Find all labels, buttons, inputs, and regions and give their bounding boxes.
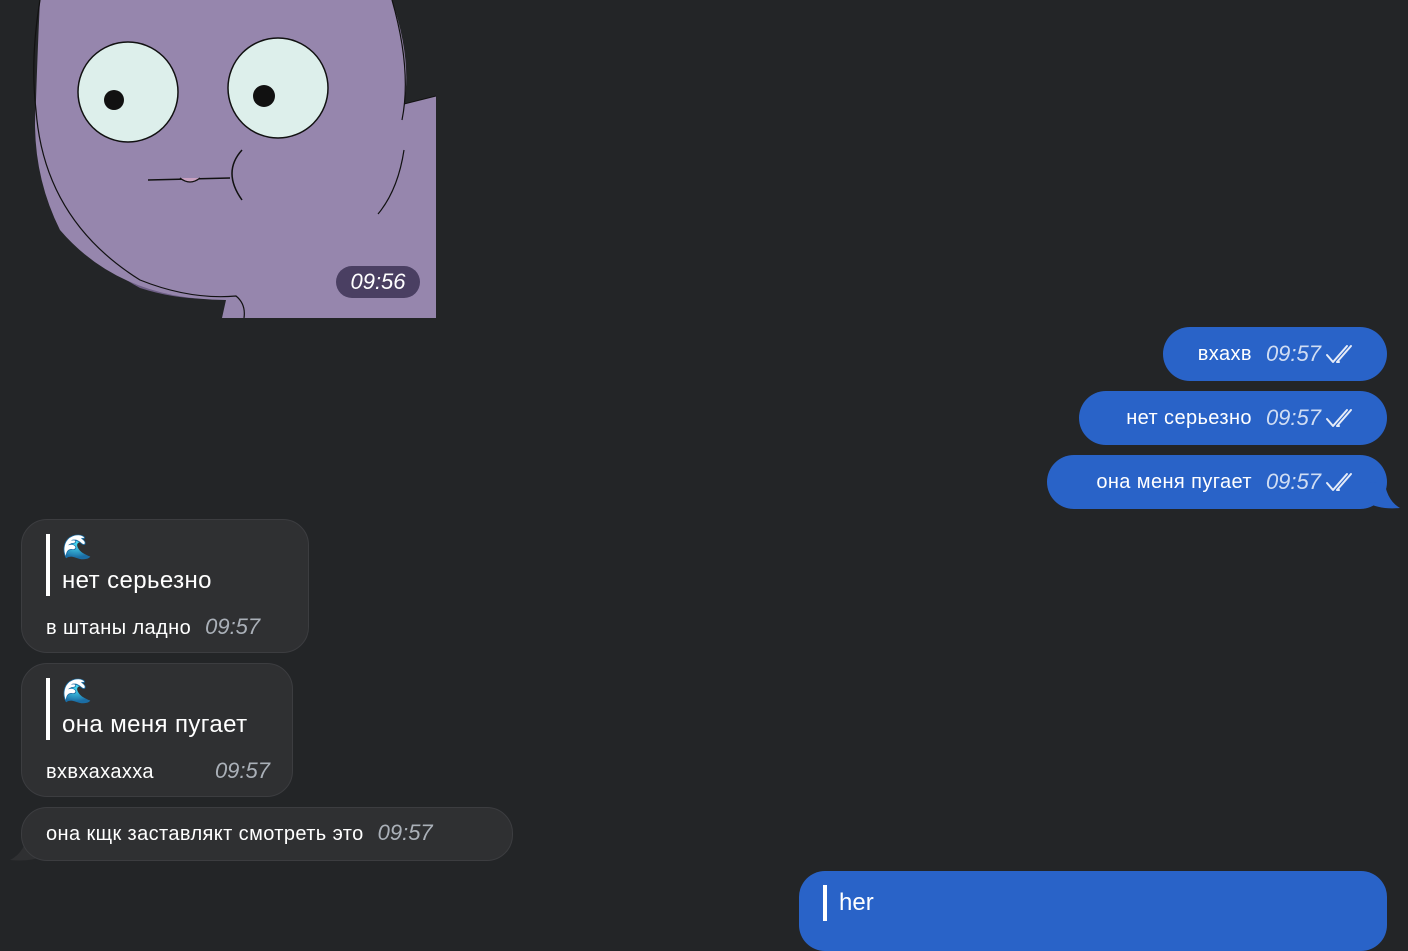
incoming-message[interactable]: 🌊 она меня пугает вхвхахахха 09:57 [21,663,293,797]
message-time: 09:57 [1265,341,1321,366]
message-text: вхвхахахха [46,761,154,783]
message-text: нет серьезно [1126,406,1252,429]
message-text: она меня пугает [1096,470,1252,493]
outgoing-message[interactable]: вхахв 09:57 [1163,327,1387,381]
message-time: 09:56 [336,266,420,298]
double-check-icon [1326,345,1352,363]
message-time: 09:57 [1265,469,1321,494]
outgoing-message[interactable]: она меня пугает 09:57 [1047,455,1387,509]
message-time: 09:57 [1265,405,1321,430]
wave-emoji: 🌊 [62,678,92,705]
quoted-text: нет серьезно [62,567,212,594]
message-time: 09:57 [377,820,433,845]
outgoing-message[interactable]: нет серьезно 09:57 [1079,391,1387,445]
message-time: 09:57 [214,758,270,783]
message-text: она кщк заставлякт смотреть это [46,823,364,845]
chat-area: 09:56 вхахв 09:57 нет серьезно 09:57 она… [0,0,1408,951]
double-check-icon [1326,473,1352,491]
reply-quote[interactable]: 🌊 она меня пугает [46,678,248,740]
reply-quote[interactable]: 🌊 нет серьезно [46,534,212,596]
outgoing-message[interactable]: her [799,871,1387,951]
message-time: 09:57 [205,614,261,639]
wave-emoji: 🌊 [62,534,92,561]
quoted-text: она меня пугает [62,711,248,738]
message-text: в штаны ладно [46,617,192,639]
bubble-tail [1366,478,1400,509]
incoming-message[interactable]: она кщк заставлякт смотреть это 09:57 [21,807,513,861]
quoted-text: her [839,889,874,916]
message-text: вхахв [1197,342,1252,365]
incoming-message[interactable]: 🌊 нет серьезно в штаны ладно 09:57 [21,519,309,653]
reply-quote[interactable]: her [823,885,874,921]
sticker-message[interactable]: 09:56 [0,0,440,320]
double-check-icon [1326,409,1352,427]
